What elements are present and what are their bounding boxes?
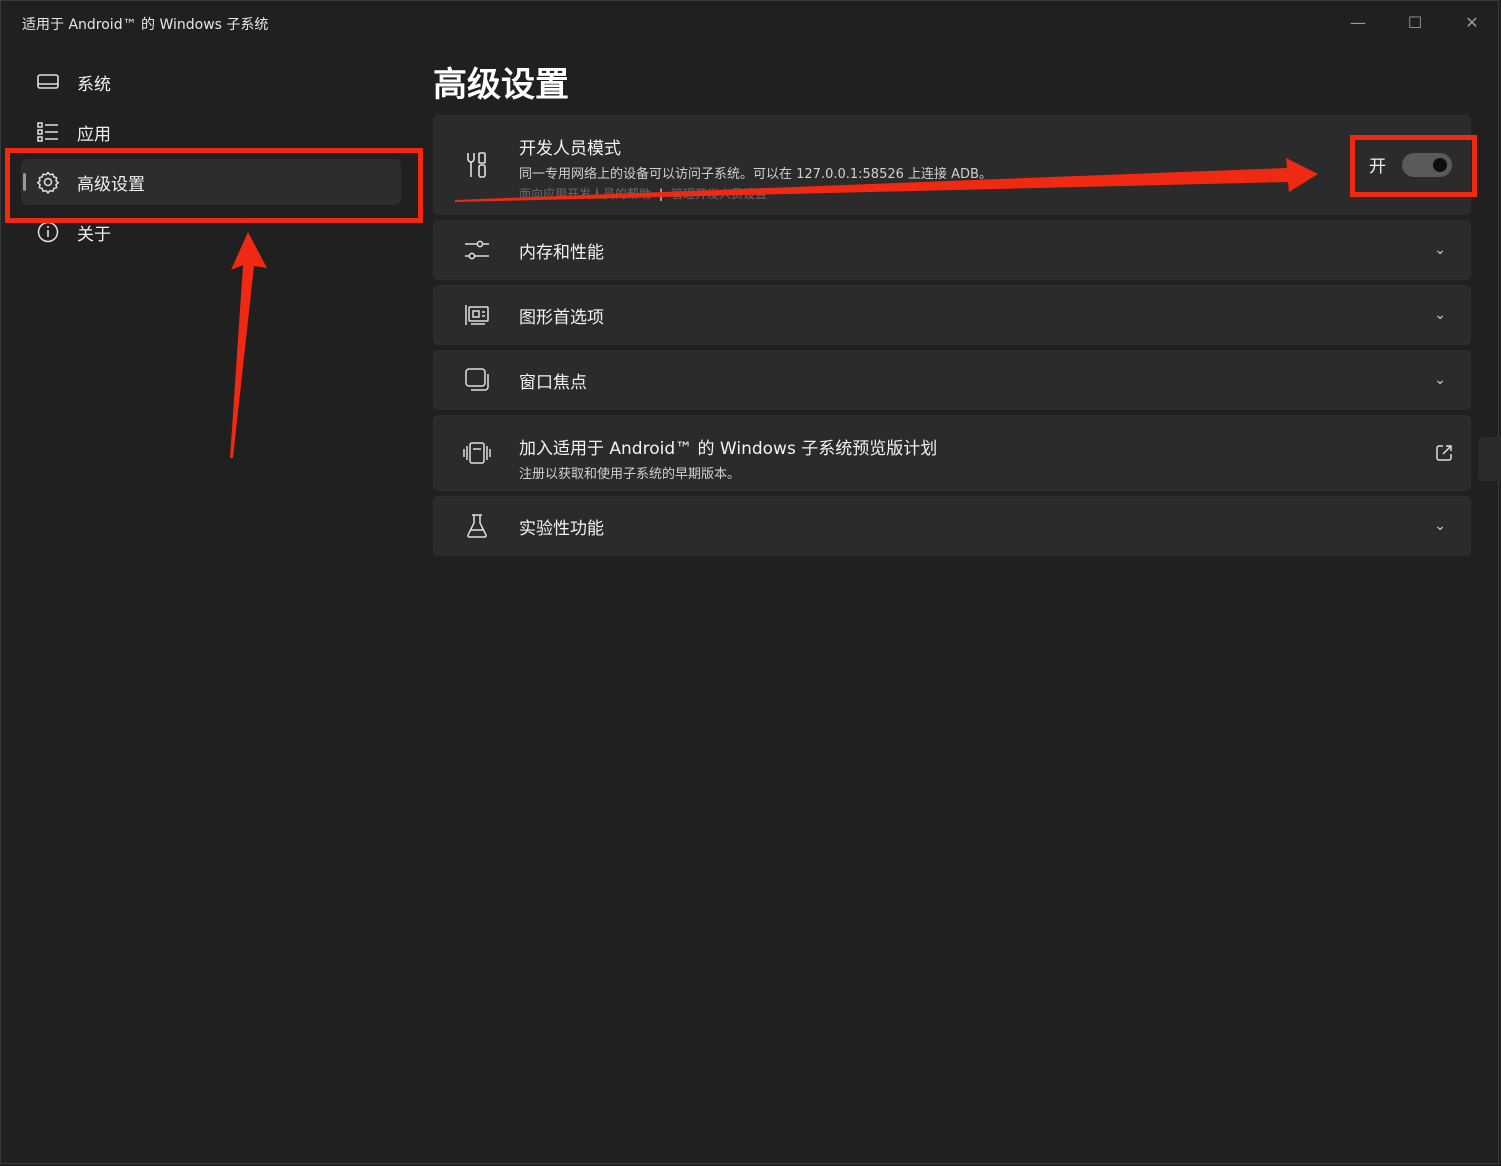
window-title: 适用于 Android™ 的 Windows 子系统 (22, 17, 269, 33)
flask-icon (462, 511, 492, 541)
chevron-down-icon: ⌄ (1434, 372, 1446, 388)
preview-program-card[interactable]: 加入适用于 Android™ 的 Windows 子系统预览版计划 注册以获取和… (433, 415, 1471, 491)
chevron-down-icon: ⌄ (1434, 307, 1446, 323)
maximize-button[interactable]: ☐ (1392, 7, 1438, 37)
graphics-preferences-title: 图形首选项 (519, 307, 604, 328)
memory-performance-title: 内存和性能 (519, 242, 604, 263)
annotation-box-toggle (1350, 135, 1477, 197)
memory-performance-card[interactable]: 内存和性能 ⌄ (433, 220, 1471, 280)
close-button[interactable]: ✕ (1449, 7, 1495, 37)
side-panel-tab[interactable] (1478, 437, 1501, 481)
preview-icon (462, 438, 492, 468)
annotation-box-sidebar (5, 148, 423, 223)
developer-mode-card: 开发人员模式 同一专用网络上的设备可以访问子系统。可以在 127.0.0.1:5… (433, 115, 1471, 215)
developer-mode-description: 同一专用网络上的设备可以访问子系统。可以在 127.0.0.1:58526 上连… (519, 167, 992, 182)
window-focus-icon (462, 365, 492, 395)
page-title: 高级设置 (433, 65, 569, 105)
open-external-icon[interactable] (1434, 443, 1454, 463)
experimental-features-card[interactable]: 实验性功能 ⌄ (433, 496, 1471, 556)
manage-developer-settings-link[interactable]: 管理开发人员设置 (671, 187, 767, 201)
tools-icon (462, 150, 492, 180)
gpu-icon (462, 300, 492, 330)
settings-list: 开发人员模式 同一专用网络上的设备可以访问子系统。可以在 127.0.0.1:5… (433, 115, 1471, 561)
developer-mode-title: 开发人员模式 (519, 139, 621, 159)
preview-program-title: 加入适用于 Android™ 的 Windows 子系统预览版计划 (519, 439, 938, 459)
minimize-button[interactable]: — (1335, 7, 1381, 37)
preview-program-subtitle: 注册以获取和使用子系统的早期版本。 (519, 467, 741, 482)
close-icon: ✕ (1465, 12, 1479, 32)
window-focus-title: 窗口焦点 (519, 372, 587, 393)
sidebar-item-label: 关于 (77, 224, 111, 245)
developer-help-link[interactable]: 面向应用开发人员的帮助 (519, 187, 651, 201)
window-focus-card[interactable]: 窗口焦点 ⌄ (433, 350, 1471, 410)
sliders-icon (462, 235, 492, 265)
developer-links: 面向应用开发人员的帮助 | 管理开发人员设置 (519, 185, 992, 202)
maximize-icon: ☐ (1407, 12, 1423, 32)
chevron-down-icon: ⌄ (1434, 242, 1446, 258)
list-icon (35, 121, 61, 143)
experimental-features-title: 实验性功能 (519, 518, 604, 539)
chevron-down-icon: ⌄ (1434, 518, 1446, 534)
graphics-preferences-card[interactable]: 图形首选项 ⌄ (433, 285, 1471, 345)
title-bar: 适用于 Android™ 的 Windows 子系统 — ☐ ✕ (1, 1, 1498, 45)
info-icon (35, 221, 61, 243)
monitor-icon (35, 71, 61, 93)
minimize-icon: — (1350, 12, 1366, 32)
sidebar-item-system[interactable]: 系统 (21, 59, 401, 105)
link-separator: | (659, 187, 664, 201)
sidebar-item-label: 系统 (77, 74, 111, 95)
sidebar-item-label: 应用 (77, 124, 111, 145)
